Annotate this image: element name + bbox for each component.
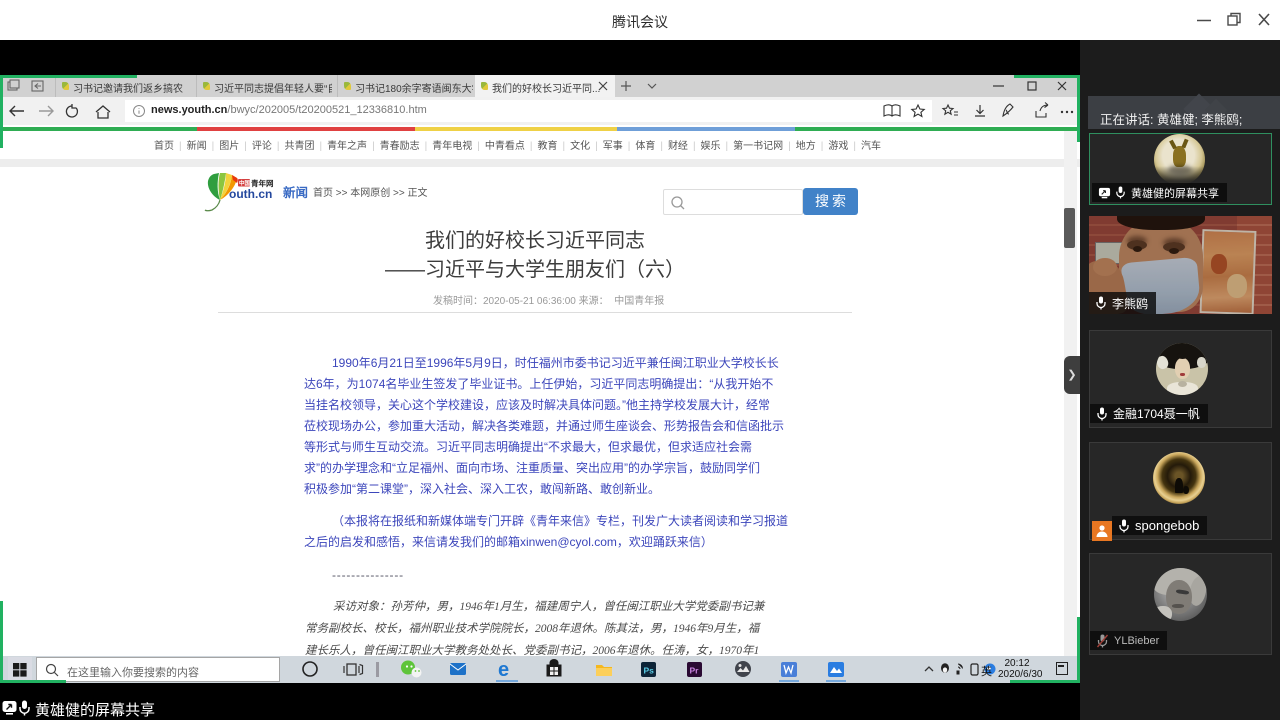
svg-text:Ps: Ps (644, 666, 655, 676)
svg-text:e: e (498, 659, 509, 681)
svg-text:Pr: Pr (690, 666, 700, 676)
svg-text:中国: 中国 (239, 179, 251, 187)
svg-text:outh.cn: outh.cn (229, 187, 272, 201)
